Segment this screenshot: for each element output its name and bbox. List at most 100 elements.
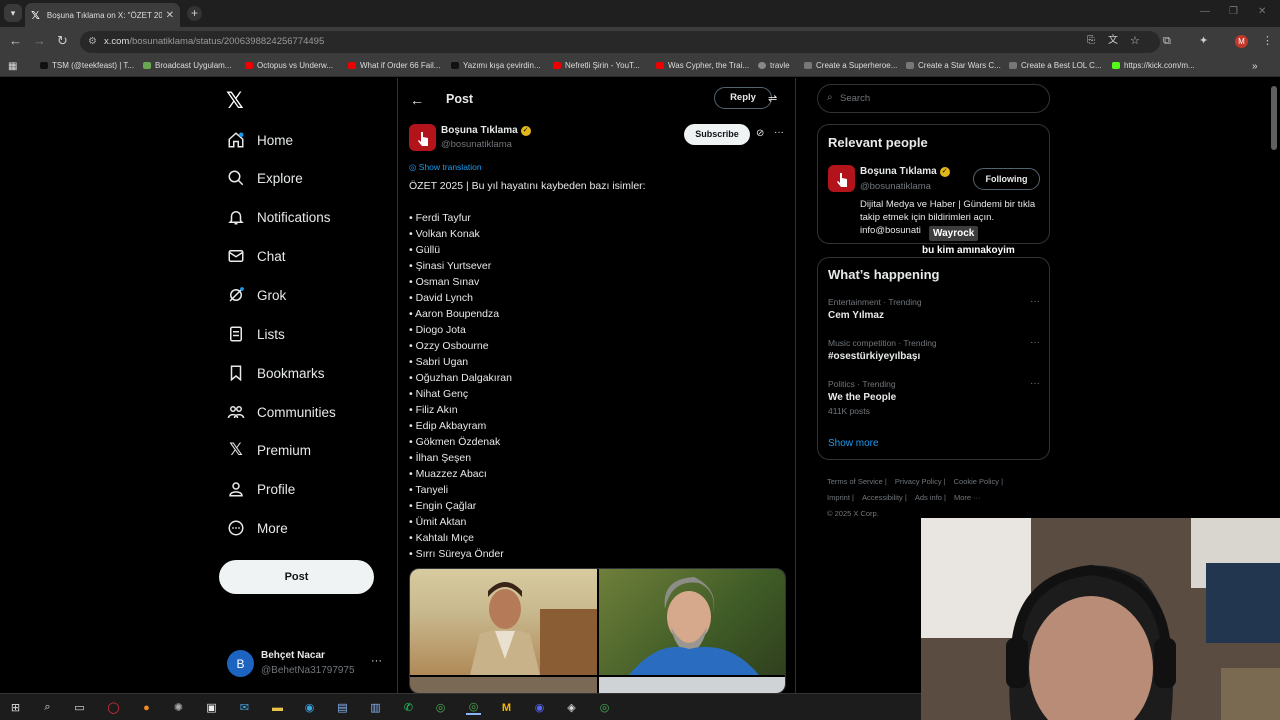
back-icon[interactable]: ← [9, 34, 22, 48]
bookmark-manager-icon[interactable]: ✦ [1199, 34, 1208, 48]
chrome-icon[interactable]: ◎ [433, 700, 448, 715]
avatar[interactable] [828, 165, 855, 192]
bookmark-2[interactable]: Broadcast Uygulam... [143, 61, 231, 70]
more-dots-icon[interactable]: ··· [1030, 337, 1040, 348]
app-m-icon[interactable]: M [499, 700, 514, 715]
bookmark-8[interactable]: travle [758, 61, 790, 70]
grok-icon[interactable]: ⊘ [756, 128, 764, 139]
menu-icon[interactable]: ⋮ [1262, 34, 1273, 48]
close-tab-icon[interactable]: ✕ [166, 10, 174, 21]
subscribe-button[interactable]: Subscribe [684, 124, 750, 145]
nav-profile[interactable]: Profile [226, 477, 295, 501]
post-media-grid[interactable] [409, 568, 786, 694]
forward-icon[interactable]: → [33, 34, 46, 48]
reply-button[interactable]: Reply [714, 87, 772, 109]
firefox-icon[interactable]: ● [139, 700, 154, 715]
sliders-icon[interactable]: ⇌ [768, 92, 777, 105]
file-explorer-icon[interactable]: ▬ [270, 700, 285, 715]
nav-explore[interactable]: Explore [226, 166, 303, 190]
footer-link[interactable]: Ads info | [915, 493, 946, 502]
maximize-icon[interactable]: ❐ [1229, 6, 1238, 17]
account-switcher[interactable]: B Behçet Nacar @BehetNa31797975 ··· [227, 648, 387, 682]
nav-notifications[interactable]: Notifications [226, 205, 331, 229]
photo-4[interactable] [599, 677, 785, 693]
bookmark-9[interactable]: Create a Superheroe... [804, 61, 897, 70]
bookmark-1[interactable]: TSM (@teekfeast) | T... [40, 61, 134, 70]
nav-home[interactable]: Home [226, 128, 293, 152]
bookmark-3[interactable]: Octopus vs Underw... [245, 61, 333, 70]
x-logo-icon[interactable]: 𝕏 [226, 88, 244, 114]
nav-premium[interactable]: 𝕏 Premium [226, 438, 311, 462]
more-bookmarks-icon[interactable]: » [1252, 61, 1258, 72]
nav-lists[interactable]: Lists [226, 322, 285, 346]
minimize-icon[interactable]: — [1200, 6, 1210, 17]
bookmark-12[interactable]: https://kick.com/m... [1112, 61, 1195, 70]
chrome-active-icon[interactable]: ◎ [466, 700, 481, 715]
site-info-icon[interactable]: ⚙ [88, 31, 97, 53]
author-name[interactable]: Boşuna Tıklama ✓ [441, 125, 531, 136]
address-bar[interactable]: ⚙ x.com/bosunatiklama/status/20063988242… [80, 31, 1160, 53]
app-icon[interactable]: ▥ [368, 700, 383, 715]
author-handle[interactable]: @bosunatiklama [441, 139, 512, 150]
apps-icon[interactable]: ▦ [8, 61, 17, 72]
bookmark-7[interactable]: Was Cypher, the Trai... [656, 61, 749, 70]
more-dots-icon[interactable]: ··· [774, 127, 784, 138]
opera-icon[interactable]: ◯ [106, 700, 121, 715]
footer-link[interactable]: Privacy Policy | [895, 477, 946, 486]
footer-link[interactable]: Accessibility | [862, 493, 907, 502]
close-window-icon[interactable]: ✕ [1258, 6, 1266, 17]
footer-link[interactable]: Imprint | [827, 493, 854, 502]
following-button[interactable]: Following [973, 168, 1040, 190]
mail-app-icon[interactable]: ✉ [237, 700, 252, 715]
bookmark-5[interactable]: Yazımı kışa çevirdin... [451, 61, 541, 70]
footer-link[interactable]: Cookie Policy | [954, 477, 1003, 486]
install-icon[interactable]: ⎘ [1087, 34, 1095, 48]
discord-icon[interactable]: ◉ [532, 700, 547, 715]
show-translation-link[interactable]: ◎ Show translation [409, 162, 482, 173]
post-button[interactable]: Post [219, 560, 374, 594]
bookmark-10[interactable]: Create a Star Wars C... [906, 61, 1001, 70]
back-arrow-icon[interactable]: ← [410, 92, 424, 108]
more-dots-icon[interactable]: ··· [371, 655, 382, 667]
nav-grok[interactable]: Grok [226, 283, 286, 307]
trend-item[interactable]: Music competition · Trending #osestürkiy… [828, 337, 1043, 362]
photo-2[interactable] [599, 569, 785, 675]
footer-link[interactable]: More ··· [954, 493, 981, 502]
extensions-icon[interactable]: ⧉ [1163, 34, 1171, 48]
avatar[interactable] [409, 124, 436, 151]
translate-icon[interactable]: 文 [1108, 34, 1118, 48]
chrome-icon[interactable]: ◎ [597, 700, 612, 715]
app-icon[interactable]: ▤ [335, 700, 350, 715]
scrollbar[interactable] [1271, 86, 1277, 150]
edge-icon[interactable]: ◉ [302, 700, 317, 715]
bookmark-11[interactable]: Create a Best LOL C... [1009, 61, 1102, 70]
windows-start-icon[interactable]: ⊞ [8, 700, 23, 715]
nav-communities[interactable]: Communities [226, 400, 336, 424]
more-dots-icon[interactable]: ··· [1030, 296, 1040, 307]
tab-search-button[interactable]: ▾ [4, 4, 22, 22]
nav-bookmarks[interactable]: Bookmarks [226, 361, 325, 385]
photo-1[interactable] [410, 569, 597, 675]
bookmark-6[interactable]: Nefretli Şirin - YouT... [553, 61, 640, 70]
show-more-link[interactable]: Show more [828, 438, 879, 449]
app-icon[interactable]: ✺ [171, 700, 186, 715]
search-input[interactable]: ⌕ Search [817, 84, 1050, 113]
browser-tab[interactable]: 𝕏 Boşuna Tıklama on X: "ÖZET 20… ✕ [25, 3, 180, 27]
trend-item[interactable]: Politics · Trending We the People 411K p… [828, 378, 1043, 416]
store-icon[interactable]: ▣ [204, 700, 219, 715]
more-dots-icon[interactable]: ··· [1030, 378, 1040, 389]
photo-3[interactable] [410, 677, 597, 693]
new-tab-button[interactable]: + [187, 6, 202, 21]
relevant-handle[interactable]: @bosunatiklama [860, 181, 931, 192]
task-view-icon[interactable]: ▭ [72, 700, 87, 715]
trend-item[interactable]: Entertainment · Trending Cem Yılmaz ··· [828, 296, 1043, 321]
nav-chat[interactable]: Chat [226, 244, 286, 268]
reload-icon[interactable]: ↻ [57, 34, 68, 48]
whatsapp-icon[interactable]: ✆ [401, 700, 416, 715]
profile-avatar[interactable]: M [1235, 35, 1248, 48]
star-icon[interactable]: ☆ [1130, 34, 1140, 48]
bookmark-4[interactable]: What if Order 66 Fail... [348, 61, 440, 70]
relevant-name[interactable]: Boşuna Tıklama ✓ [860, 166, 950, 177]
search-icon[interactable]: ⌕ [40, 700, 55, 715]
footer-link[interactable]: Terms of Service | [827, 477, 887, 486]
